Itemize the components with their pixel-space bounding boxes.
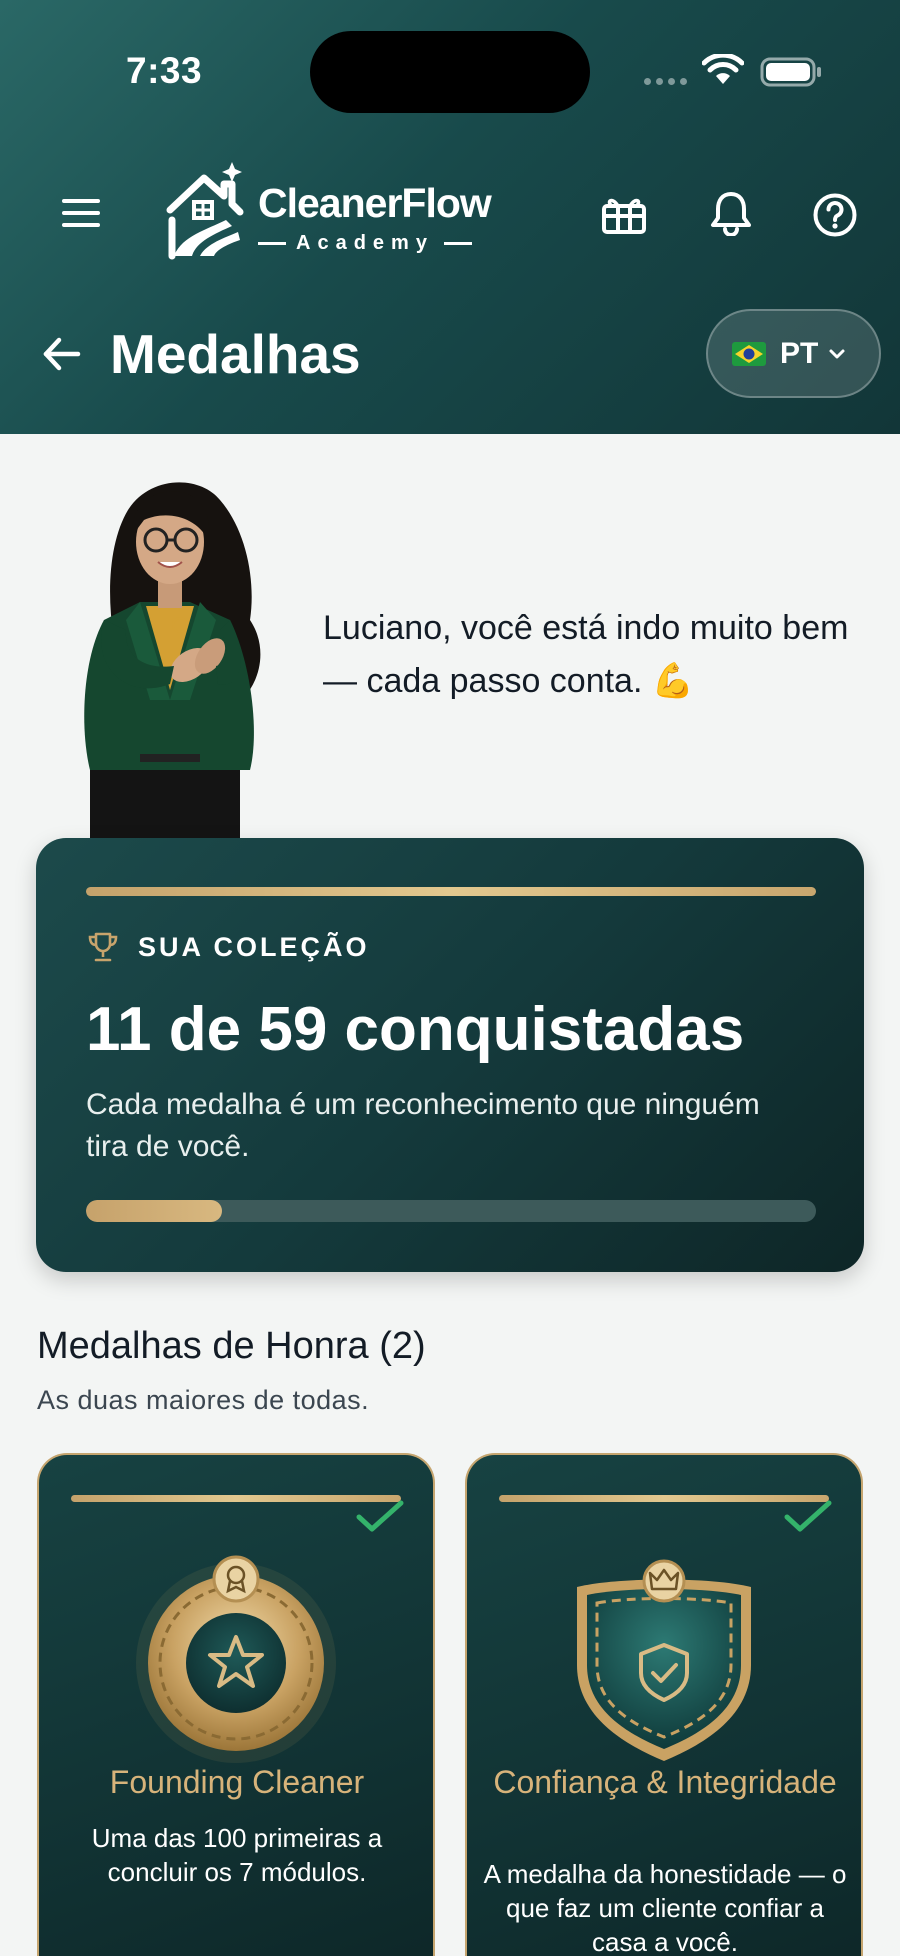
collection-count: 11 de 59 conquistadas	[86, 995, 745, 1064]
medal-description: Uma das 100 primeiras a concluir os 7 mó…	[91, 1823, 383, 1887]
battery-icon	[760, 57, 821, 87]
chevron-down-icon	[829, 349, 845, 358]
help-icon[interactable]	[812, 192, 858, 238]
app-header: 7:33 CleanerFlow Academy Medalhas PT	[0, 0, 900, 434]
honor-section-title: Medalhas de Honra (2)	[37, 1325, 426, 1367]
medal-description: A medalha da honestidade — o que faz um …	[483, 1859, 847, 1956]
collection-card: SUA COLEÇÃO 11 de 59 conquistadas Cada m…	[36, 838, 864, 1272]
bell-icon[interactable]	[710, 190, 752, 236]
card-accent-line	[71, 1495, 401, 1502]
menu-icon[interactable]	[60, 196, 102, 230]
cleanerflow-logo[interactable]: CleanerFlow Academy	[166, 160, 506, 260]
honor-section-subtitle: As duas maiores de todas.	[37, 1385, 370, 1415]
brazil-flag-icon	[732, 341, 766, 366]
cellular-signal-icon	[644, 78, 687, 85]
collection-progress-bar	[86, 1200, 816, 1222]
card-accent-line	[86, 887, 816, 896]
dynamic-island	[310, 31, 590, 113]
medal-name: Confiança & Integridade	[493, 1764, 837, 1800]
gift-icon[interactable]	[600, 192, 648, 236]
mascot-message: Luciano, você está indo muito bem — cada…	[323, 609, 849, 700]
page-title: Medalhas	[110, 323, 361, 385]
card-accent-line	[499, 1495, 829, 1502]
house-logo-icon	[166, 162, 244, 260]
wifi-icon	[702, 54, 744, 84]
collection-progress-fill	[86, 1200, 222, 1222]
medal-card-founding-cleaner[interactable]: Founding Cleaner Uma das 100 primeiras a…	[37, 1453, 435, 1956]
medal-name: Founding Cleaner	[109, 1764, 365, 1800]
shield-check-medal-icon	[577, 1559, 751, 1761]
trophy-icon	[88, 932, 118, 962]
status-time: 7:33	[126, 50, 203, 91]
language-selector[interactable]: PT	[706, 309, 881, 398]
collection-label: SUA COLEÇÃO	[138, 932, 370, 962]
star-medal-icon	[136, 1555, 336, 1763]
logo-title: CleanerFlow	[258, 180, 492, 226]
medal-card-confianca-integridade[interactable]: Confiança & Integridade A medalha da hon…	[465, 1453, 863, 1956]
mascot-illustration	[84, 482, 261, 838]
back-arrow-icon[interactable]	[42, 334, 82, 374]
collection-description: Cada medalha é um reconhecimento que nin…	[86, 1088, 760, 1163]
logo-subtitle: Academy	[258, 232, 498, 255]
language-code: PT	[780, 336, 819, 370]
logo-subtitle-text: Academy	[296, 232, 434, 254]
